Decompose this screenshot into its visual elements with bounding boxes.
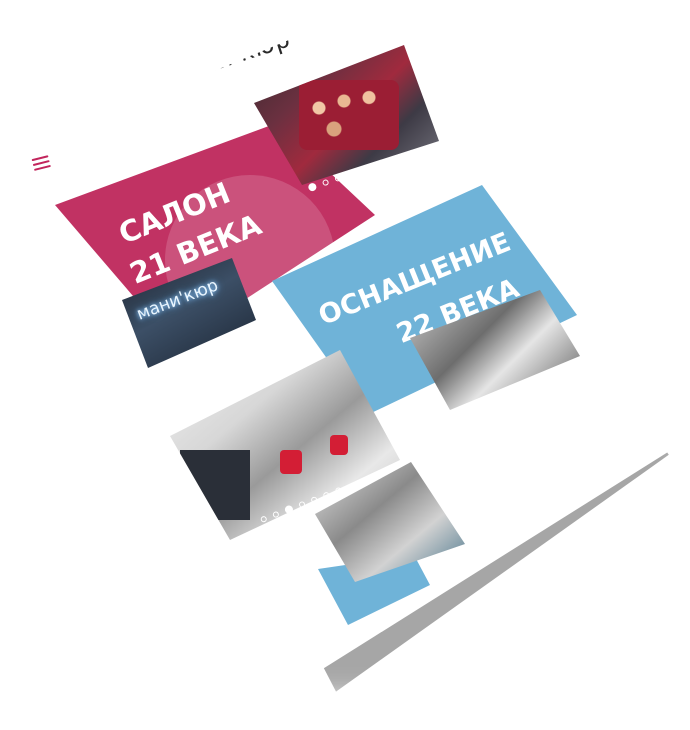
slider-dot[interactable] — [271, 510, 280, 518]
slider-dot[interactable] — [297, 500, 306, 508]
slider-dot[interactable] — [383, 157, 391, 165]
slider-dot[interactable] — [395, 152, 404, 161]
slider-dot[interactable] — [407, 148, 416, 157]
page-sheet: мани'кюр САЛОН 21 ВЕКА мани'кюр ОСНАЩЕНИ… — [0, 0, 668, 692]
slider-dot[interactable] — [370, 161, 379, 169]
slider-dot[interactable] — [333, 174, 342, 182]
mockup-scene: мани'кюр САЛОН 21 ВЕКА мани'кюр ОСНАЩЕНИ… — [0, 0, 690, 730]
slider-dot[interactable] — [321, 178, 330, 186]
brand-logo-text: мани'кюр — [163, 24, 294, 91]
slider-dot[interactable] — [358, 165, 367, 174]
slider-dot[interactable] — [334, 486, 343, 494]
slider-dot[interactable] — [307, 181, 318, 192]
slider-dot[interactable] — [322, 490, 330, 499]
interior-dark-panel — [180, 450, 250, 520]
slider-dot[interactable] — [310, 495, 318, 504]
slider-dot[interactable] — [259, 514, 268, 523]
slider-dot[interactable] — [283, 503, 294, 515]
interior-red-chair — [330, 435, 348, 455]
brand-logo[interactable]: мани'кюр — [163, 24, 294, 90]
team-people — [299, 80, 399, 150]
hamburger-menu-icon[interactable] — [31, 155, 52, 173]
slider-dot[interactable] — [346, 169, 354, 178]
interior-red-chair — [280, 450, 302, 474]
